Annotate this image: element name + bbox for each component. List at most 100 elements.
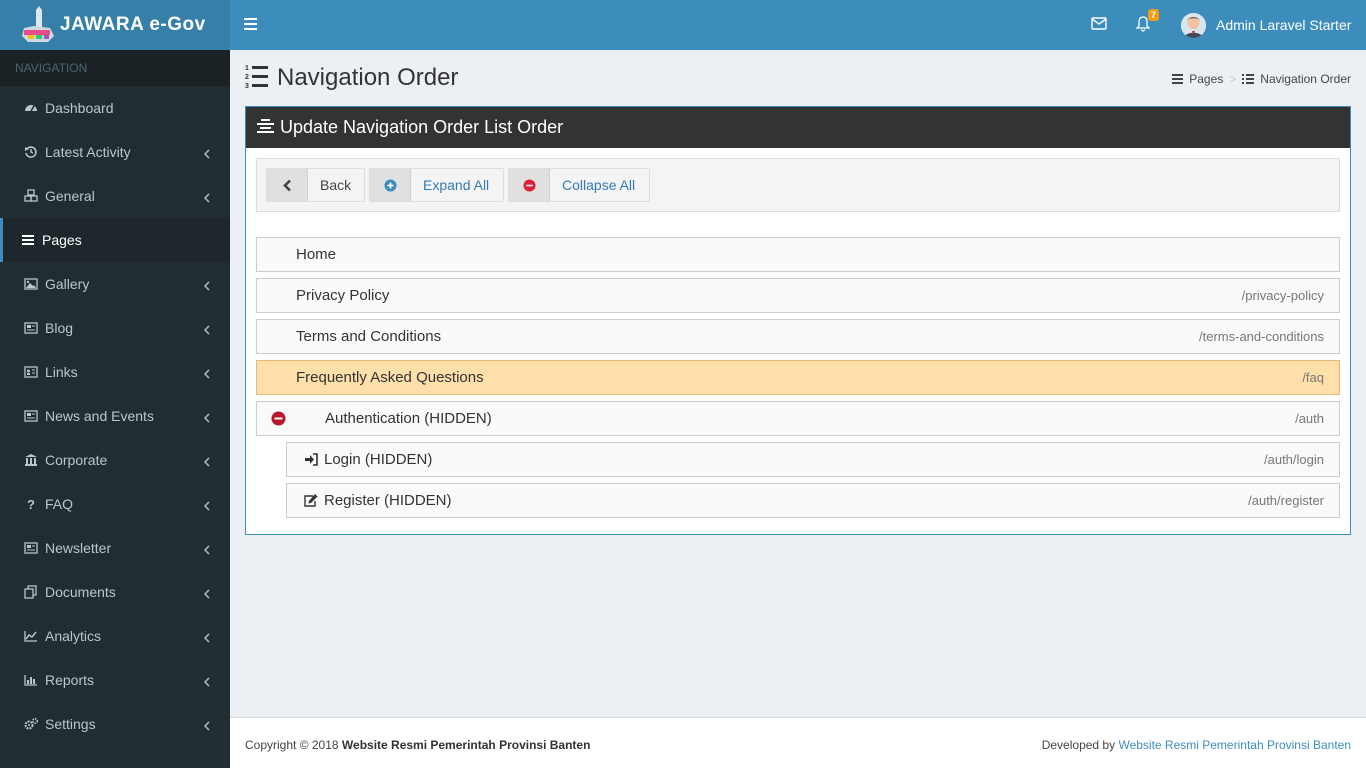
copy-icon bbox=[23, 584, 39, 600]
copyright-owner: Website Resmi Pemerintah Provinsi Banten bbox=[341, 738, 591, 752]
bars-icon bbox=[1172, 74, 1184, 84]
chevron-left-icon bbox=[204, 190, 210, 206]
breadcrumb-item-pages[interactable]: Pages bbox=[1189, 72, 1223, 86]
sign-in-icon bbox=[305, 453, 318, 466]
sidebar-item-label: Corporate bbox=[45, 452, 108, 468]
sidebar-item-reports[interactable]: Reports bbox=[0, 658, 230, 702]
list-item-child[interactable]: Register (HIDDEN) /auth/register bbox=[286, 483, 1340, 518]
chevron-left-icon bbox=[204, 498, 210, 514]
sidebar: JAWARA e-Gov NAVIGATION Dashboard Latest… bbox=[0, 0, 230, 768]
sidebar-item-settings[interactable]: Settings bbox=[0, 702, 230, 746]
sidebar-item-links[interactable]: Links bbox=[0, 350, 230, 394]
image-icon bbox=[23, 276, 39, 292]
sidebar-item-label: Links bbox=[45, 364, 78, 380]
user-name[interactable]: Admin Laravel Starter bbox=[1216, 17, 1351, 33]
sidebar-item-newsletter[interactable]: Newsletter bbox=[0, 526, 230, 570]
envelope-icon[interactable] bbox=[1091, 17, 1107, 33]
dashboard-icon bbox=[23, 100, 39, 116]
developer-link[interactable]: Website Resmi Pemerintah Provinsi Banten bbox=[1118, 738, 1351, 752]
notification-badge: 7 bbox=[1148, 9, 1160, 21]
sidebar-item-dashboard[interactable]: Dashboard bbox=[0, 86, 230, 130]
newspaper-icon bbox=[23, 408, 39, 424]
top-navbar: 7 Admin Laravel Starter bbox=[230, 0, 1366, 50]
chevron-left-icon bbox=[204, 630, 210, 646]
sidebar-item-general[interactable]: General bbox=[0, 174, 230, 218]
list-item-title: Login (HIDDEN) bbox=[324, 451, 433, 468]
user-avatar[interactable] bbox=[1181, 13, 1206, 38]
copyright-prefix: Copyright © 2018 bbox=[245, 738, 339, 752]
list-item[interactable]: Terms and Conditions /terms-and-conditio… bbox=[256, 319, 1340, 354]
list-item-title: Authentication (HIDDEN) bbox=[325, 410, 492, 427]
list-item-title: Register (HIDDEN) bbox=[324, 492, 452, 509]
collapse-item-icon[interactable] bbox=[271, 411, 286, 430]
list-item-title: Privacy Policy bbox=[296, 287, 390, 304]
breadcrumb: Pages > Navigation Order bbox=[1172, 72, 1351, 86]
nav-header: NAVIGATION bbox=[0, 50, 230, 86]
sidebar-item-label: Gallery bbox=[45, 276, 90, 292]
expand-all-label: Expand All bbox=[423, 177, 490, 193]
chevron-left-icon bbox=[267, 169, 308, 201]
copyright: Copyright © 2018 Website Resmi Pemerinta… bbox=[245, 738, 590, 752]
page-header: 1 2 3 Navigation Order bbox=[245, 63, 458, 92]
chevron-left-icon bbox=[204, 146, 210, 162]
list-item-slug: /faq bbox=[1302, 370, 1324, 385]
list-item-title: Terms and Conditions bbox=[296, 328, 442, 345]
sidebar-item-latest-activity[interactable]: Latest Activity bbox=[0, 130, 230, 174]
sidebar-item-label: Reports bbox=[45, 672, 95, 688]
page-title: Navigation Order bbox=[277, 63, 459, 91]
list-item-title: Home bbox=[296, 246, 337, 263]
developed-by: Developed by Website Resmi Pemerintah Pr… bbox=[1042, 738, 1351, 752]
list-item-highlighted[interactable]: Frequently Asked Questions /faq bbox=[256, 360, 1340, 395]
footer: Copyright © 2018 Website Resmi Pemerinta… bbox=[230, 717, 1366, 768]
sidebar-item-faq[interactable]: ? FAQ bbox=[0, 482, 230, 526]
navigation-order-box: Update Navigation Order List Order Back … bbox=[245, 106, 1351, 535]
svg-text:1: 1 bbox=[245, 65, 249, 72]
minus-circle-icon bbox=[509, 169, 550, 201]
cubes-icon bbox=[23, 188, 39, 204]
sidebar-item-label: Analytics bbox=[45, 628, 102, 644]
bars-icon bbox=[20, 232, 36, 248]
sidebar-item-pages[interactable]: Pages bbox=[0, 218, 230, 262]
list-ol-icon: 1 2 3 bbox=[245, 63, 269, 92]
sidebar-item-news-and-events[interactable]: News and Events bbox=[0, 394, 230, 438]
sidebar-item-blog[interactable]: Blog bbox=[0, 306, 230, 350]
sidebar-item-corporate[interactable]: Corporate bbox=[0, 438, 230, 482]
sidebar-item-gallery[interactable]: Gallery bbox=[0, 262, 230, 306]
history-icon bbox=[23, 144, 39, 160]
list-item-slug: /auth/login bbox=[1264, 452, 1324, 467]
address-card-icon bbox=[23, 364, 39, 380]
box-header: Update Navigation Order List Order bbox=[246, 107, 1350, 148]
sidebar-item-analytics[interactable]: Analytics bbox=[0, 614, 230, 658]
chevron-left-icon bbox=[204, 718, 210, 734]
chevron-left-icon bbox=[204, 366, 210, 382]
developed-prefix: Developed by bbox=[1041, 738, 1116, 752]
list-item-child[interactable]: Login (HIDDEN) /auth/login bbox=[286, 442, 1340, 477]
svg-text:3: 3 bbox=[245, 83, 249, 89]
list-item[interactable]: Home bbox=[256, 237, 1340, 272]
back-button[interactable]: Back bbox=[266, 168, 365, 202]
list-ol-icon bbox=[1242, 74, 1255, 84]
chevron-left-icon bbox=[204, 322, 210, 338]
brand-name: JAWARA e-Gov bbox=[60, 14, 206, 35]
sidebar-toggle-icon[interactable] bbox=[244, 17, 258, 33]
chevron-left-icon bbox=[204, 454, 210, 470]
sidebar-item-label: Newsletter bbox=[45, 540, 112, 556]
list-item-slug: /terms-and-conditions bbox=[1199, 329, 1324, 344]
chevron-left-icon bbox=[204, 586, 210, 602]
sidebar-item-label: Settings bbox=[45, 716, 96, 732]
list-item-slug: /auth/register bbox=[1248, 493, 1324, 508]
expand-all-button[interactable]: Expand All bbox=[369, 168, 504, 202]
sidebar-item-label: Dashboard bbox=[45, 100, 114, 116]
collapse-all-button[interactable]: Collapse All bbox=[508, 168, 650, 202]
list-item[interactable]: Privacy Policy /privacy-policy bbox=[256, 278, 1340, 313]
breadcrumb-separator: > bbox=[1229, 72, 1237, 86]
brand-logo[interactable]: JAWARA e-Gov bbox=[0, 0, 230, 50]
sidebar-item-documents[interactable]: Documents bbox=[0, 570, 230, 614]
chevron-left-icon bbox=[204, 542, 210, 558]
breadcrumb-item-current: Navigation Order bbox=[1260, 72, 1351, 86]
bank-icon bbox=[23, 452, 39, 468]
logo-emblem-icon bbox=[20, 6, 56, 44]
list-item-title: Frequently Asked Questions bbox=[296, 369, 484, 386]
list-item[interactable]: Authentication (HIDDEN) /auth bbox=[256, 401, 1340, 436]
collapse-all-label: Collapse All bbox=[562, 177, 636, 193]
